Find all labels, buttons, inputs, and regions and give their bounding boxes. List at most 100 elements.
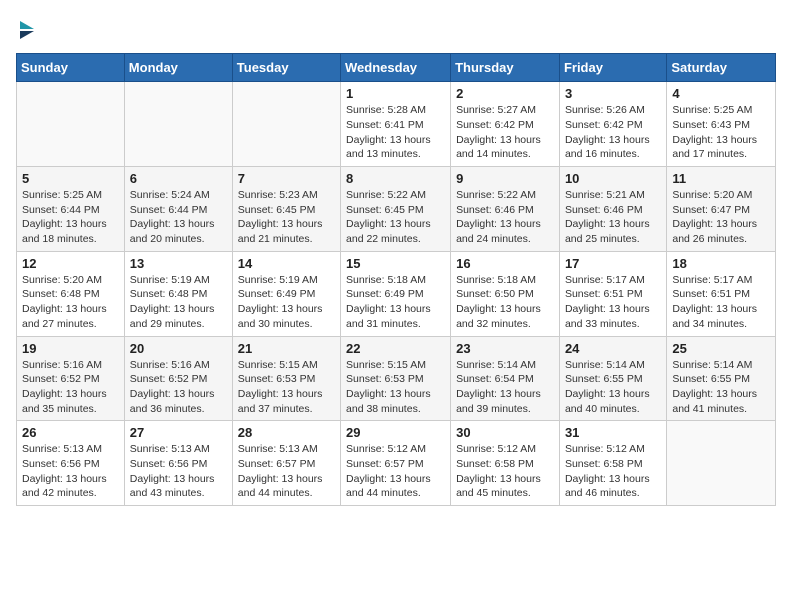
calendar-cell: 8Sunrise: 5:22 AMSunset: 6:45 PMDaylight… (341, 167, 451, 252)
day-number: 21 (238, 341, 335, 356)
calendar-header-tuesday: Tuesday (232, 54, 340, 82)
day-number: 5 (22, 171, 119, 186)
calendar-cell: 13 Sunrise: 5:19 AMSunset: 6:48 PMDayligh… (124, 251, 232, 336)
day-info: Sunrise: 5:12 AMSunset: 6:58 PMDaylight:… (456, 442, 554, 501)
day-number: 3 (565, 86, 661, 101)
day-info: Sunrise: 5:15 AMSunset: 6:53 PMDaylight:… (346, 358, 445, 417)
day-info: Sunrise: 5:12 AMSunset: 6:58 PMDaylight:… (565, 442, 661, 501)
calendar-cell (124, 82, 232, 167)
logo-arrow-bottom (20, 31, 34, 39)
logo-text-block (16, 16, 34, 41)
calendar-cell (232, 82, 340, 167)
day-number: 25 (672, 341, 770, 356)
day-number: 23 (456, 341, 554, 356)
logo (16, 16, 34, 41)
calendar-cell: 1 Sunrise: 5:28 AMSunset: 6:41 PMDaylight… (341, 82, 451, 167)
calendar-cell: 7 Sunrise: 5:23 AMSunset: 6:45 PMDaylight… (232, 167, 340, 252)
calendar-cell: 18 Sunrise: 5:17 AMSunset: 6:51 PMDayligh… (667, 251, 776, 336)
day-info: Sunrise: 5:25 AMSunset: 6:44 PMDaylight:… (22, 188, 119, 247)
day-number: 27 (130, 425, 227, 440)
day-number: 20 (130, 341, 227, 356)
day-number: 15 (346, 256, 445, 271)
calendar-cell: 24 Sunrise: 5:14 AMSunset: 6:55 PMDayligh… (559, 336, 666, 421)
calendar-header-sunday: Sunday (17, 54, 125, 82)
calendar-cell: 2Sunrise: 5:27 AMSunset: 6:42 PMDaylight… (451, 82, 560, 167)
day-info: Sunrise: 5:13 AMSunset: 6:56 PMDaylight:… (130, 442, 227, 501)
calendar-cell: 10 Sunrise: 5:21 AMSunset: 6:46 PMDayligh… (559, 167, 666, 252)
day-number: 1 (346, 86, 445, 101)
calendar-cell: 21 Sunrise: 5:15 AMSunset: 6:53 PMDayligh… (232, 336, 340, 421)
day-number: 16 (456, 256, 554, 271)
page: SundayMondayTuesdayWednesdayThursdayFrid… (0, 0, 792, 522)
day-info: Sunrise: 5:12 AMSunset: 6:57 PMDaylight:… (346, 442, 445, 501)
calendar-week-2: 5 Sunrise: 5:25 AMSunset: 6:44 PMDaylight… (17, 167, 776, 252)
calendar-cell: 28Sunrise: 5:13 AMSunset: 6:57 PMDayligh… (232, 421, 340, 506)
calendar-cell: 11 Sunrise: 5:20 AMSunset: 6:47 PMDayligh… (667, 167, 776, 252)
day-info: Sunrise: 5:19 AMSunset: 6:49 PMDaylight:… (238, 273, 335, 332)
day-info: Sunrise: 5:25 AMSunset: 6:43 PMDaylight:… (672, 103, 770, 162)
day-info: Sunrise: 5:17 AMSunset: 6:51 PMDaylight:… (565, 273, 661, 332)
calendar-cell: 12 Sunrise: 5:20 AMSunset: 6:48 PMDayligh… (17, 251, 125, 336)
calendar-header-saturday: Saturday (667, 54, 776, 82)
day-number: 10 (565, 171, 661, 186)
day-info: Sunrise: 5:18 AMSunset: 6:50 PMDaylight:… (456, 273, 554, 332)
day-info: Sunrise: 5:19 AMSunset: 6:48 PMDaylight:… (130, 273, 227, 332)
calendar-cell: 14Sunrise: 5:19 AMSunset: 6:49 PMDayligh… (232, 251, 340, 336)
day-number: 7 (238, 171, 335, 186)
day-info: Sunrise: 5:23 AMSunset: 6:45 PMDaylight:… (238, 188, 335, 247)
day-info: Sunrise: 5:18 AMSunset: 6:49 PMDaylight:… (346, 273, 445, 332)
day-number: 28 (238, 425, 335, 440)
day-number: 11 (672, 171, 770, 186)
calendar-cell: 27 Sunrise: 5:13 AMSunset: 6:56 PMDayligh… (124, 421, 232, 506)
calendar-cell: 30 Sunrise: 5:12 AMSunset: 6:58 PMDayligh… (451, 421, 560, 506)
calendar-cell: 29Sunrise: 5:12 AMSunset: 6:57 PMDayligh… (341, 421, 451, 506)
day-info: Sunrise: 5:24 AMSunset: 6:44 PMDaylight:… (130, 188, 227, 247)
calendar-week-3: 12 Sunrise: 5:20 AMSunset: 6:48 PMDayligh… (17, 251, 776, 336)
calendar-cell: 16 Sunrise: 5:18 AMSunset: 6:50 PMDayligh… (451, 251, 560, 336)
day-info: Sunrise: 5:14 AMSunset: 6:55 PMDaylight:… (672, 358, 770, 417)
day-info: Sunrise: 5:20 AMSunset: 6:47 PMDaylight:… (672, 188, 770, 247)
day-info: Sunrise: 5:13 AMSunset: 6:56 PMDaylight:… (22, 442, 119, 501)
calendar-week-5: 26Sunrise: 5:13 AMSunset: 6:56 PMDayligh… (17, 421, 776, 506)
calendar-cell: 23 Sunrise: 5:14 AMSunset: 6:54 PMDayligh… (451, 336, 560, 421)
calendar-cell: 19Sunrise: 5:16 AMSunset: 6:52 PMDayligh… (17, 336, 125, 421)
calendar-header-thursday: Thursday (451, 54, 560, 82)
calendar-cell: 20Sunrise: 5:16 AMSunset: 6:52 PMDayligh… (124, 336, 232, 421)
header (16, 16, 776, 41)
day-info: Sunrise: 5:20 AMSunset: 6:48 PMDaylight:… (22, 273, 119, 332)
day-number: 12 (22, 256, 119, 271)
day-number: 19 (22, 341, 119, 356)
calendar-header-row: SundayMondayTuesdayWednesdayThursdayFrid… (17, 54, 776, 82)
day-info: Sunrise: 5:14 AMSunset: 6:54 PMDaylight:… (456, 358, 554, 417)
calendar-cell: 3 Sunrise: 5:26 AMSunset: 6:42 PMDaylight… (559, 82, 666, 167)
calendar-cell: 17 Sunrise: 5:17 AMSunset: 6:51 PMDayligh… (559, 251, 666, 336)
calendar-header-wednesday: Wednesday (341, 54, 451, 82)
day-number: 18 (672, 256, 770, 271)
calendar-header-monday: Monday (124, 54, 232, 82)
day-number: 13 (130, 256, 227, 271)
day-info: Sunrise: 5:22 AMSunset: 6:46 PMDaylight:… (456, 188, 554, 247)
day-info: Sunrise: 5:14 AMSunset: 6:55 PMDaylight:… (565, 358, 661, 417)
day-number: 17 (565, 256, 661, 271)
calendar-cell: 15 Sunrise: 5:18 AMSunset: 6:49 PMDayligh… (341, 251, 451, 336)
day-info: Sunrise: 5:26 AMSunset: 6:42 PMDaylight:… (565, 103, 661, 162)
calendar-week-4: 19Sunrise: 5:16 AMSunset: 6:52 PMDayligh… (17, 336, 776, 421)
day-number: 8 (346, 171, 445, 186)
day-info: Sunrise: 5:21 AMSunset: 6:46 PMDaylight:… (565, 188, 661, 247)
logo-arrow-top (20, 21, 34, 29)
day-number: 24 (565, 341, 661, 356)
calendar-cell: 4 Sunrise: 5:25 AMSunset: 6:43 PMDaylight… (667, 82, 776, 167)
day-info: Sunrise: 5:15 AMSunset: 6:53 PMDaylight:… (238, 358, 335, 417)
calendar-week-1: 1 Sunrise: 5:28 AMSunset: 6:41 PMDaylight… (17, 82, 776, 167)
calendar-cell (667, 421, 776, 506)
calendar-cell: 25 Sunrise: 5:14 AMSunset: 6:55 PMDayligh… (667, 336, 776, 421)
day-number: 30 (456, 425, 554, 440)
calendar-cell: 5 Sunrise: 5:25 AMSunset: 6:44 PMDaylight… (17, 167, 125, 252)
day-info: Sunrise: 5:17 AMSunset: 6:51 PMDaylight:… (672, 273, 770, 332)
day-number: 4 (672, 86, 770, 101)
calendar: SundayMondayTuesdayWednesdayThursdayFrid… (16, 53, 776, 506)
day-number: 6 (130, 171, 227, 186)
calendar-cell: 6 Sunrise: 5:24 AMSunset: 6:44 PMDaylight… (124, 167, 232, 252)
day-info: Sunrise: 5:28 AMSunset: 6:41 PMDaylight:… (346, 103, 445, 162)
day-number: 2 (456, 86, 554, 101)
